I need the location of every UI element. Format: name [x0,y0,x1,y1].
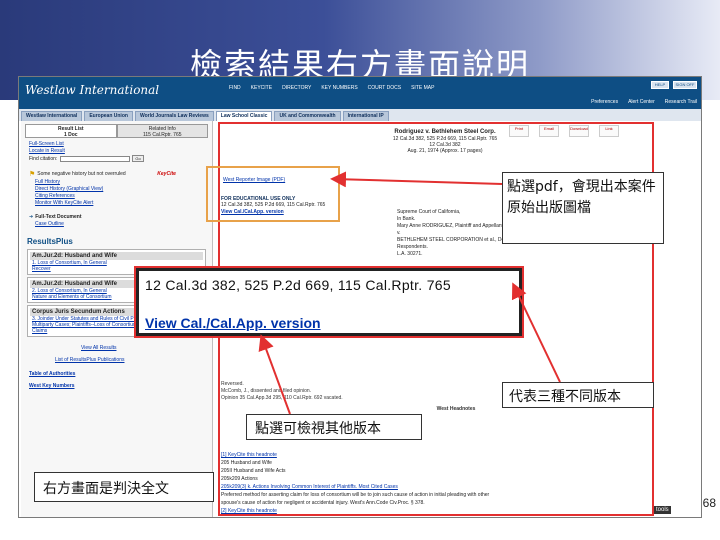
tab-result-list-count: 1 Doc [63,132,78,138]
tab-result-list[interactable]: Result List 1 Doc [25,124,117,138]
nav-court-docs[interactable]: COURT DOCS [368,85,401,91]
help-button[interactable]: HELP [651,81,669,89]
full-screen-list-link[interactable]: Full-Screen List [29,141,204,147]
tools-tab[interactable]: tools [654,506,671,514]
tab-world-journals[interactable]: World Journals Law Reviews [134,111,214,121]
tab-related-info-cite: 115 Cal.Rptr. 765 [142,132,182,138]
view-all-results-link[interactable]: View All Results [81,345,204,351]
zoom-citation: 12 Cal.3d 382, 525 P.2d 669, 115 Cal.Rpt… [145,277,451,293]
link-alert-center[interactable]: Alert Center [628,99,655,105]
zoom-view-version-link[interactable]: View Cal./Cal.App. version [145,315,321,331]
brand-bar: Westlaw International FIND KEYCITE DIREC… [19,77,701,109]
tab-european-union[interactable]: European Union [84,111,133,121]
arrow-right-icon: ➜ [29,214,34,220]
tab-related-info[interactable]: Related Info 115 Cal.Rptr. 765 [116,124,208,138]
citation-zoom-panel: 12 Cal.3d 382, 525 P.2d 669, 115 Cal.Rpt… [134,266,524,338]
keycite-flag-icon: ⚑ [29,171,36,178]
case-outline-link[interactable]: Case Outline [35,221,204,227]
list-resultsplus-publications-link[interactable]: List of ResultsPlus Publications [55,357,204,363]
find-citation-label: Find citation: [29,155,58,162]
nav-site-map[interactable]: SITE MAP [411,85,434,91]
nav-keycite[interactable]: KEYCITE [251,85,272,91]
find-citation-row: Find citation: Go [29,155,204,162]
callout-full-text: 右方畫面是判決全文 [34,472,214,502]
westlaw-logo: Westlaw International [25,83,160,97]
table-of-authorities-link[interactable]: Table of Authorities [29,371,204,377]
find-citation-input[interactable] [60,155,131,162]
top-nav: FIND KEYCITE DIRECTORY KEY NUMBERS COURT… [229,85,434,91]
resultsplus-box-heading: Am.Jur.2d: Husband and Wife [30,252,203,260]
callout-view-other-versions: 點選可檢視其他版本 [246,414,422,440]
callout-pdf: 點選pdf，會現出本案件原始出版圖檔 [502,172,664,244]
full-history-link[interactable]: Full History [35,179,204,185]
sign-off-button[interactable]: SIGN OFF [673,81,697,89]
page-number: 68 [702,496,716,510]
locate-in-result-link[interactable]: Locate in Result [29,148,204,154]
west-key-numbers-link[interactable]: West Key Numbers [29,383,204,389]
keycite-logo: KeyCite [157,171,176,177]
resultsplus-heading: ResultsPlus [27,237,73,246]
nav-directory[interactable]: DIRECTORY [282,85,311,91]
tab-law-school-classic[interactable]: Law School Classic [215,111,273,121]
link-preferences[interactable]: Preferences [591,99,618,105]
tab-westlaw-international[interactable]: Westlaw International [21,111,83,121]
tab-uk-commonwealth[interactable]: UK and Commonwealth [274,111,341,121]
direct-history-link[interactable]: Direct History (Graphical View) [35,186,204,192]
keycite-alert-link[interactable]: Monitor With KeyCite Alert [35,200,204,206]
nav-find[interactable]: FIND [229,85,241,91]
citing-references-link[interactable]: Citing References [35,193,204,199]
keycite-flag-row: ⚑ Some negative history but not overrule… [29,170,204,178]
left-tabs: Result List 1 Doc Related Info 115 Cal.R… [25,124,208,138]
full-text-row: ➜ Full-Text Document [29,214,204,220]
right-links: Preferences Alert Center Research Trail [591,99,697,105]
tab-bar: Westlaw International European Union Wor… [19,109,701,121]
callout-three-versions: 代表三種不同版本 [502,382,654,408]
citation-highlight-box [206,166,340,222]
nav-key-numbers[interactable]: KEY NUMBERS [321,85,357,91]
full-text-document-label: Full-Text Document [35,214,82,220]
go-button[interactable]: Go [132,155,144,162]
tab-international-ip[interactable]: International IP [342,111,389,121]
link-research-trail[interactable]: Research Trail [665,99,697,105]
keycite-note: Some negative history but not overruled [37,171,126,177]
